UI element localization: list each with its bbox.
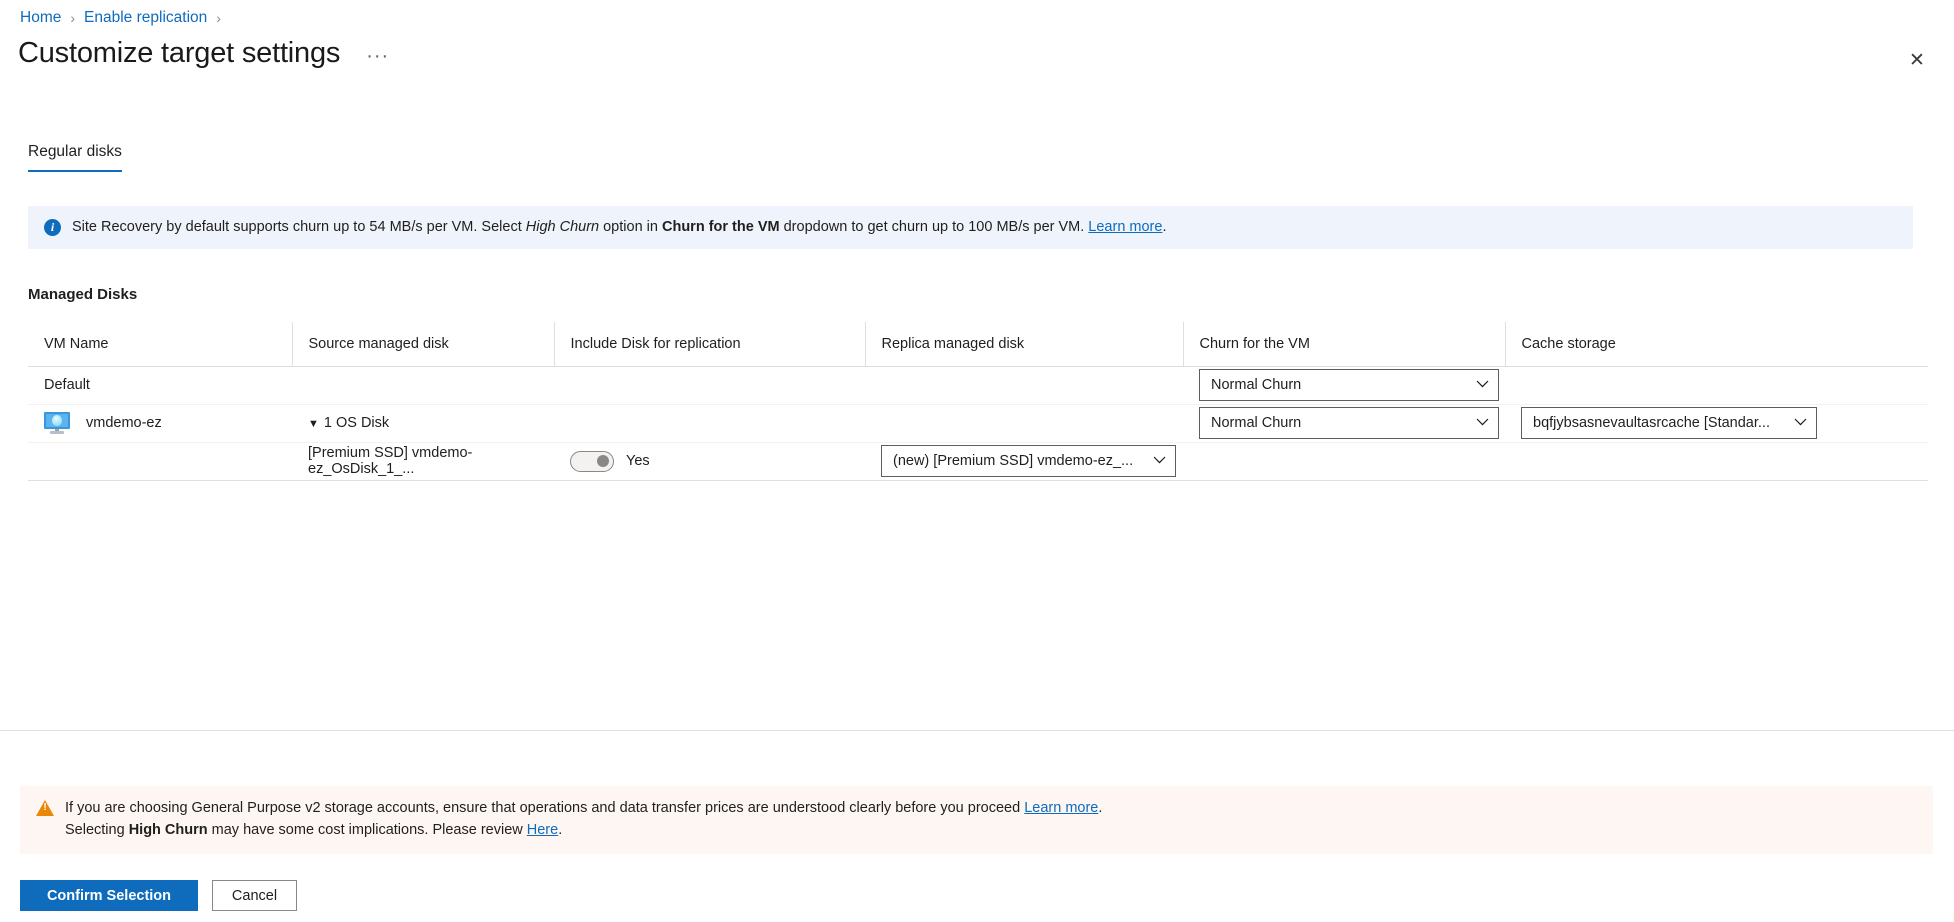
cancel-button[interactable]: Cancel	[212, 880, 297, 911]
include-disk-toggle-label: Yes	[626, 453, 650, 469]
cell-vm-name	[28, 442, 292, 480]
column-header-cache-storage: Cache storage	[1505, 322, 1928, 366]
cell-replica-managed-disk: (new) [Premium SSD] vmdemo-ez_...	[865, 442, 1183, 480]
breadcrumb-separator-icon: ›	[216, 10, 221, 26]
cell-replica-managed-disk	[865, 366, 1183, 404]
churn-dropdown-default[interactable]: Normal Churn	[1199, 369, 1499, 401]
table-row: Default Normal Churn	[28, 366, 1928, 404]
confirm-selection-button[interactable]: Confirm Selection	[20, 880, 198, 911]
info-text-emphasis: High Churn	[526, 219, 599, 235]
expand-collapse-caret-icon[interactable]: ▼	[308, 418, 319, 430]
tab-regular-disks[interactable]: Regular disks	[28, 143, 122, 172]
table-header-row: VM Name Source managed disk Include Disk…	[28, 322, 1928, 366]
warning-line2-part1: Selecting	[65, 822, 129, 838]
warning-line2-part2: may have some cost implications. Please …	[208, 822, 527, 838]
vm-name-label: vmdemo-ez	[86, 415, 162, 431]
cell-cache-storage	[1505, 442, 1928, 480]
info-text-bold: Churn for the VM	[662, 219, 780, 235]
breadcrumb-item-home[interactable]: Home	[20, 9, 61, 27]
churn-dropdown-vmdemo-ez-value: Normal Churn	[1211, 415, 1301, 431]
more-options-button[interactable]: ···	[360, 44, 395, 68]
cell-cache-storage	[1505, 366, 1928, 404]
column-header-vm-name: VM Name	[28, 322, 292, 366]
warning-line-2: Selecting High Churn may have some cost …	[65, 819, 1102, 841]
breadcrumb-separator-icon: ›	[70, 10, 75, 26]
breadcrumb-item-enable-replication[interactable]: Enable replication	[84, 9, 207, 27]
cell-source-managed-disk[interactable]: ▼ 1 OS Disk	[292, 404, 554, 442]
column-header-include-disk-for-replication: Include Disk for replication	[554, 322, 865, 366]
info-banner-text: Site Recovery by default supports churn …	[72, 217, 1166, 238]
include-disk-toggle[interactable]	[570, 451, 614, 472]
info-icon: i	[44, 219, 61, 236]
cell-vm-name: vmdemo-ez	[28, 404, 292, 442]
warning-learn-more-link[interactable]: Learn more	[1024, 800, 1098, 816]
page-title: Customize target settings	[18, 37, 340, 70]
section-title-managed-disks: Managed Disks	[28, 286, 137, 303]
info-text-end: .	[1162, 219, 1166, 235]
chevron-down-icon	[1476, 418, 1489, 429]
warning-line2-end: .	[558, 822, 562, 838]
info-text-part1: Site Recovery by default supports churn …	[72, 219, 526, 235]
table-row: [Premium SSD] vmdemo-ez_OsDisk_1_... Yes…	[28, 442, 1928, 480]
cell-churn-for-the-vm: Normal Churn	[1183, 366, 1505, 404]
footer-divider	[0, 730, 1954, 731]
warning-line1-part1: If you are choosing General Purpose v2 s…	[65, 800, 1024, 816]
cache-storage-dropdown-value: bqfjybsasnevaultasrcache [Standar...	[1533, 415, 1770, 431]
disk-group-label: 1 OS Disk	[324, 415, 389, 431]
cell-include-disk: Yes	[554, 442, 865, 480]
warning-banner: If you are choosing General Purpose v2 s…	[20, 786, 1933, 854]
churn-dropdown-vmdemo-ez[interactable]: Normal Churn	[1199, 407, 1499, 439]
chevron-down-icon	[1794, 418, 1807, 429]
cell-source-managed-disk: [Premium SSD] vmdemo-ez_OsDisk_1_...	[292, 442, 554, 480]
cell-include-disk	[554, 404, 865, 442]
warning-here-link[interactable]: Here	[527, 822, 558, 838]
info-banner: i Site Recovery by default supports chur…	[28, 206, 1913, 249]
warning-line-1: If you are choosing General Purpose v2 s…	[65, 797, 1102, 819]
warning-line2-bold: High Churn	[129, 822, 208, 838]
table-row: vmdemo-ez ▼ 1 OS Disk Normal Churn	[28, 404, 1928, 442]
breadcrumb: Home › Enable replication ›	[20, 9, 221, 27]
churn-dropdown-default-value: Normal Churn	[1211, 377, 1301, 393]
cell-include-disk	[554, 366, 865, 404]
column-header-source-managed-disk: Source managed disk	[292, 322, 554, 366]
column-header-churn-for-the-vm: Churn for the VM	[1183, 322, 1505, 366]
title-row: Customize target settings ···	[18, 37, 395, 70]
chevron-down-icon	[1476, 380, 1489, 391]
close-icon[interactable]: ✕	[1900, 43, 1934, 77]
info-learn-more-link[interactable]: Learn more	[1088, 219, 1162, 235]
cell-vm-name: Default	[28, 366, 292, 404]
customize-target-settings-blade: Home › Enable replication › Customize ta…	[0, 0, 1954, 922]
cell-replica-managed-disk	[865, 404, 1183, 442]
column-header-replica-managed-disk: Replica managed disk	[865, 322, 1183, 366]
footer-button-row: Confirm Selection Cancel	[20, 880, 297, 911]
cell-source-managed-disk	[292, 366, 554, 404]
chevron-down-icon	[1153, 456, 1166, 467]
cell-churn-for-the-vm	[1183, 442, 1505, 480]
warning-line1-end: .	[1098, 800, 1102, 816]
virtual-machine-icon	[44, 412, 70, 434]
replica-managed-disk-dropdown-value: (new) [Premium SSD] vmdemo-ez_...	[893, 453, 1133, 469]
replica-managed-disk-dropdown[interactable]: (new) [Premium SSD] vmdemo-ez_...	[881, 445, 1176, 477]
warning-banner-text: If you are choosing General Purpose v2 s…	[65, 797, 1102, 842]
managed-disks-table-wrapper: VM Name Source managed disk Include Disk…	[28, 322, 1928, 481]
info-text-part3: dropdown to get churn up to 100 MB/s per…	[780, 219, 1089, 235]
tab-list: Regular disks	[28, 143, 122, 172]
cell-cache-storage: bqfjybsasnevaultasrcache [Standar...	[1505, 404, 1928, 442]
managed-disks-table: VM Name Source managed disk Include Disk…	[28, 322, 1928, 481]
info-text-part2: option in	[599, 219, 662, 235]
cell-churn-for-the-vm: Normal Churn	[1183, 404, 1505, 442]
cache-storage-dropdown[interactable]: bqfjybsasnevaultasrcache [Standar...	[1521, 407, 1817, 439]
